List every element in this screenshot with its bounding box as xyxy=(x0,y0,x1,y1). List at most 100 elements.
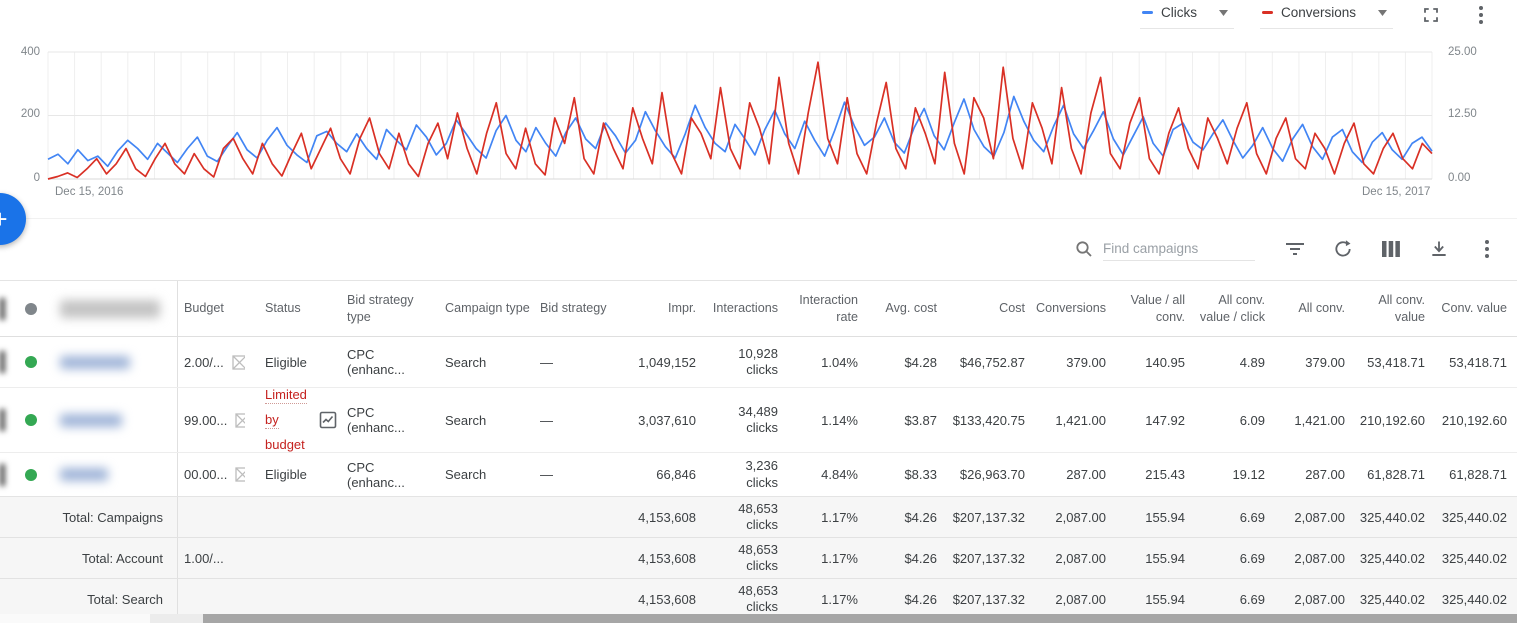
columns-button[interactable] xyxy=(1379,237,1403,261)
search-input[interactable] xyxy=(1103,237,1255,261)
status-word[interactable]: budget xyxy=(265,437,305,453)
left-axis-tick-400: 400 xyxy=(0,46,40,58)
column-header-convval[interactable]: Conv. value xyxy=(1431,281,1517,336)
right-axis-tick-0: 0.00 xyxy=(1448,172,1470,184)
column-header-bstrat[interactable]: Bid strategy xyxy=(532,281,620,336)
allconv-value: 287.00 xyxy=(1305,467,1345,482)
column-header-irate[interactable]: Interaction rate xyxy=(784,281,864,336)
campaign-status-dot[interactable] xyxy=(25,414,37,426)
column-header-label: Conversions xyxy=(1036,300,1106,316)
table-toolbar xyxy=(0,218,1517,280)
bstrat-value: — xyxy=(540,355,553,370)
blurred-campaign-name[interactable] xyxy=(60,468,108,481)
total-acv-value: 325,440.02 xyxy=(1360,551,1425,566)
total-avgcost-value: $4.26 xyxy=(904,510,937,525)
total-conv-value: 2,087.00 xyxy=(1055,592,1106,607)
row-checkbox[interactable] xyxy=(0,453,18,496)
total-avgcost-value: $4.26 xyxy=(904,592,937,607)
total-vac-value: 155.94 xyxy=(1145,551,1185,566)
select-all-checkbox[interactable] xyxy=(0,281,18,336)
column-header-label: Interactions xyxy=(713,300,778,316)
cost-value: $133,420.75 xyxy=(953,413,1025,428)
total-row: Total: Campaigns4,153,60848,653clicks1.1… xyxy=(0,497,1517,538)
column-header-status[interactable]: Status xyxy=(245,281,337,336)
ctype-value: Search xyxy=(445,467,486,482)
right-axis-tick-25: 25.00 xyxy=(1448,46,1477,58)
budget-cell: 00.00... xyxy=(184,467,245,482)
status-word[interactable]: by xyxy=(265,412,279,429)
interactions-value: 3,236clicks xyxy=(745,458,778,491)
total-irate-value: 1.17% xyxy=(821,510,858,525)
total-allconv-value: 2,087.00 xyxy=(1294,592,1345,607)
filter-button[interactable] xyxy=(1283,237,1307,261)
column-header-vac[interactable]: Value / all conv. xyxy=(1112,281,1191,336)
row-checkbox[interactable] xyxy=(0,337,18,387)
download-button[interactable] xyxy=(1427,237,1451,261)
expand-chart-button[interactable] xyxy=(1419,3,1443,27)
status-word[interactable]: Limited xyxy=(265,388,307,404)
status-limited-by-budget[interactable]: Limited by budget xyxy=(265,388,337,452)
edit-budget-icon[interactable] xyxy=(232,355,245,370)
column-header-acv[interactable]: All conv. value xyxy=(1351,281,1431,336)
column-header-inter[interactable]: Interactions xyxy=(702,281,784,336)
more-vertical-icon xyxy=(1479,6,1483,24)
ctype-value: Search xyxy=(445,413,486,428)
vac-value: 140.95 xyxy=(1145,355,1185,370)
irate-value: 1.14% xyxy=(821,413,858,428)
column-header-label: Budget xyxy=(184,300,224,316)
column-header-cost[interactable]: Cost xyxy=(943,281,1031,336)
column-header-budget[interactable]: Budget xyxy=(177,281,245,336)
bstrat-value: — xyxy=(540,467,553,482)
budget-value: 00.00... xyxy=(184,467,227,482)
refresh-button[interactable] xyxy=(1331,237,1355,261)
total-row-label: Total: Campaigns xyxy=(63,510,163,525)
scrollbar-thumb[interactable] xyxy=(203,614,1517,623)
download-icon xyxy=(1429,239,1449,259)
conv-value: 287.00 xyxy=(1066,467,1106,482)
total-impr-value: 4,153,608 xyxy=(638,592,696,607)
chart-controls: Clicks Conversions xyxy=(1140,0,1493,30)
column-header-conv[interactable]: Conversions xyxy=(1031,281,1112,336)
total-cost-value: $207,137.32 xyxy=(953,551,1025,566)
column-header-label: Value / all conv. xyxy=(1112,292,1185,325)
column-header-bstype[interactable]: Bid strategy type xyxy=(337,281,437,336)
blurred-campaign-name[interactable] xyxy=(60,414,122,427)
left-axis-tick-200: 200 xyxy=(0,108,40,120)
column-header-name xyxy=(46,281,177,336)
column-header-acvc[interactable]: All conv. value / click xyxy=(1191,281,1271,336)
total-row-label: Total: Search xyxy=(87,592,163,607)
budget-value: 99.00... xyxy=(184,413,227,428)
total-convval-value: 325,440.02 xyxy=(1442,510,1507,525)
interactions-value: 10,928clicks xyxy=(738,346,778,379)
total-convval-value: 325,440.02 xyxy=(1442,592,1507,607)
row-checkbox[interactable] xyxy=(0,388,18,452)
column-header-allconv[interactable]: All conv. xyxy=(1271,281,1351,336)
metric-selector-conversions[interactable]: Conversions xyxy=(1260,1,1393,29)
convval-value: 61,828.71 xyxy=(1449,467,1507,482)
campaign-status-dot[interactable] xyxy=(25,356,37,368)
budget-cell: 2.00/... xyxy=(184,355,245,370)
edit-budget-icon[interactable] xyxy=(235,413,245,428)
campaign-row: 2.00/...EligibleCPC (enhanc...Search—1,0… xyxy=(0,337,1517,388)
total-avgcost-value: $4.26 xyxy=(904,551,937,566)
bid-strategy-chart-icon[interactable] xyxy=(319,411,337,429)
table-more-options-button[interactable] xyxy=(1475,237,1499,261)
bstype-value: CPC (enhanc... xyxy=(347,347,431,377)
conv-value: 1,421.00 xyxy=(1055,413,1106,428)
column-header-label: Bid strategy type xyxy=(347,292,431,325)
column-header-ctype[interactable]: Campaign type xyxy=(437,281,532,336)
metric-selector-clicks[interactable]: Clicks xyxy=(1140,1,1234,29)
column-header-impr[interactable]: Impr. xyxy=(620,281,702,336)
column-header-label: Avg. cost xyxy=(885,300,937,316)
column-header-avgcost[interactable]: Avg. cost xyxy=(864,281,943,336)
chart-more-options-button[interactable] xyxy=(1469,3,1493,27)
campaign-status-dot[interactable] xyxy=(25,469,37,481)
total-row: Total: Account1.00/...4,153,60848,653cli… xyxy=(0,538,1517,579)
blurred-campaign-name[interactable] xyxy=(60,356,130,369)
table-header-row: Budget Status Bid strategy typeCampaign ty… xyxy=(0,280,1517,337)
edit-budget-icon[interactable] xyxy=(235,467,245,482)
cost-value: $46,752.87 xyxy=(960,355,1025,370)
acvc-value: 19.12 xyxy=(1232,467,1265,482)
convval-value: 210,192.60 xyxy=(1442,413,1507,428)
total-acv-value: 325,440.02 xyxy=(1360,510,1425,525)
